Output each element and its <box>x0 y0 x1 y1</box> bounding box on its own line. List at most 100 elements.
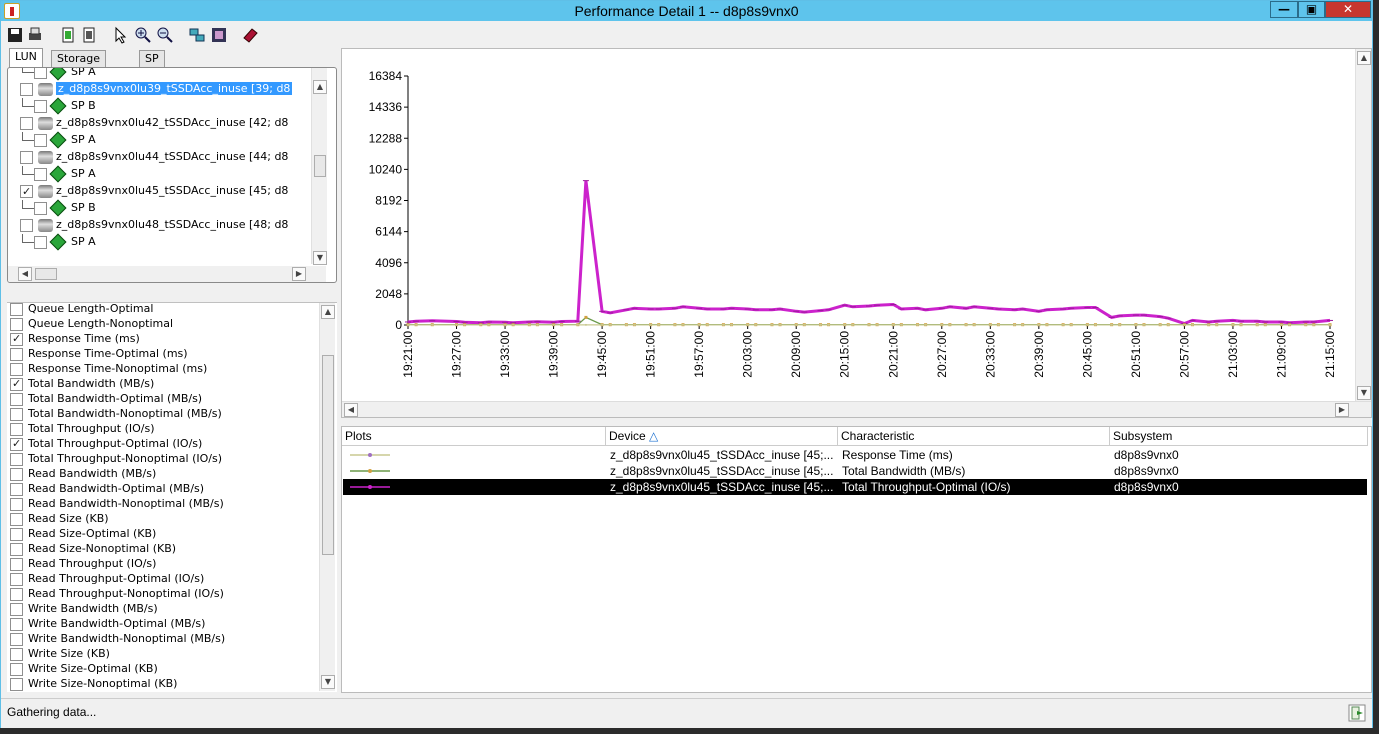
metric-item[interactable]: Write Bandwidth (MB/s) <box>10 601 158 616</box>
tree-item-sp[interactable]: SP A <box>22 165 96 183</box>
metric-item[interactable]: Read Bandwidth-Nonoptimal (MB/s) <box>10 496 224 511</box>
sp-checkbox[interactable] <box>34 167 47 181</box>
clipboard-icon[interactable] <box>59 26 77 44</box>
metrics-scroll-thumb[interactable] <box>322 355 334 555</box>
column-header-plots[interactable]: Plots <box>342 427 606 446</box>
metric-checkbox[interactable] <box>10 303 23 316</box>
metric-item[interactable]: Read Throughput (IO/s) <box>10 556 156 571</box>
metric-checkbox[interactable] <box>10 557 23 571</box>
metric-item[interactable]: Write Bandwidth-Nonoptimal (MB/s) <box>10 631 225 646</box>
lun-checkbox[interactable] <box>20 150 33 164</box>
tree-item-sp[interactable]: SP A <box>22 233 96 251</box>
metric-checkbox[interactable] <box>10 331 23 346</box>
scroll-left-arrow[interactable]: ◀ <box>18 267 32 281</box>
table-row[interactable]: z_d8p8s9vnx0lu45_tSSDAcc_inuse [45;... To… <box>343 463 1367 479</box>
metric-checkbox[interactable] <box>10 587 23 601</box>
table-row[interactable]: z_d8p8s9vnx0lu45_tSSDAcc_inuse [45;... To… <box>343 479 1367 495</box>
metric-checkbox[interactable] <box>10 617 23 631</box>
column-header-characteristic[interactable]: Characteristic <box>838 427 1110 446</box>
export-icon[interactable] <box>1348 704 1366 722</box>
tree-horizontal-scrollbar[interactable]: ◀ ▶ <box>8 266 326 282</box>
metric-item[interactable]: Total Throughput-Optimal (IO/s) <box>10 436 202 451</box>
table-row[interactable]: z_d8p8s9vnx0lu45_tSSDAcc_inuse [45;... Re… <box>343 447 1367 463</box>
maximize-button[interactable]: ▣ <box>1298 1 1325 18</box>
metric-checkbox[interactable] <box>10 436 23 451</box>
metric-checkbox[interactable] <box>10 347 23 361</box>
metric-item[interactable]: Response Time (ms) <box>10 331 140 346</box>
metric-item[interactable]: Write Bandwidth-Optimal (MB/s) <box>10 616 205 631</box>
metric-item[interactable]: Read Size (KB) <box>10 511 109 526</box>
metrics-scroll-up-arrow[interactable]: ▲ <box>321 305 335 319</box>
metric-item[interactable]: Response Time-Nonoptimal (ms) <box>10 361 207 376</box>
metric-checkbox[interactable] <box>10 452 23 466</box>
metric-item[interactable]: Total Bandwidth-Optimal (MB/s) <box>10 391 202 406</box>
metric-item[interactable]: Read Size-Optimal (KB) <box>10 526 156 541</box>
chart-scroll-left-arrow[interactable]: ◀ <box>344 403 358 417</box>
network-icon[interactable] <box>188 26 206 44</box>
metric-item[interactable]: Queue Length-Optimal <box>10 303 153 316</box>
lun-checkbox[interactable] <box>20 183 33 200</box>
metric-checkbox[interactable] <box>10 497 23 511</box>
metric-checkbox[interactable] <box>10 632 23 646</box>
tree-item-lun[interactable]: z_d8p8s9vnx0lu44_tSSDAcc_inuse [44; d8 <box>20 148 288 165</box>
save-icon[interactable] <box>6 26 24 44</box>
print-icon[interactable] <box>26 26 44 44</box>
chart-scroll-down-arrow[interactable]: ▼ <box>1357 386 1371 400</box>
metric-item[interactable]: Total Throughput-Nonoptimal (IO/s) <box>10 451 222 466</box>
metric-checkbox[interactable] <box>10 422 23 436</box>
close-button[interactable]: ✕ <box>1325 1 1371 18</box>
chart-scroll-up-arrow[interactable]: ▲ <box>1357 51 1371 65</box>
metric-checkbox[interactable] <box>10 542 23 556</box>
metric-checkbox[interactable] <box>10 362 23 376</box>
metric-checkbox[interactable] <box>10 662 23 676</box>
metric-checkbox[interactable] <box>10 482 23 496</box>
tree-item-lun[interactable]: z_d8p8s9vnx0lu39_tSSDAcc_inuse [39; d8 <box>20 80 293 97</box>
metric-item[interactable]: Response Time-Optimal (ms) <box>10 346 188 361</box>
lun-checkbox[interactable] <box>20 116 33 130</box>
metric-item[interactable]: Total Bandwidth-Nonoptimal (MB/s) <box>10 406 222 421</box>
metrics-scroll-down-arrow[interactable]: ▼ <box>321 675 335 689</box>
metric-item[interactable]: Read Size-Nonoptimal (KB) <box>10 541 176 556</box>
scroll-right-arrow[interactable]: ▶ <box>292 267 306 281</box>
metric-checkbox[interactable] <box>10 572 23 586</box>
metric-checkbox[interactable] <box>10 376 23 391</box>
metric-checkbox[interactable] <box>10 317 23 331</box>
tree-item-sp[interactable]: SP B <box>22 97 96 115</box>
metric-item[interactable]: Read Bandwidth-Optimal (MB/s) <box>10 481 204 496</box>
metric-checkbox[interactable] <box>10 392 23 406</box>
metric-item[interactable]: Total Bandwidth (MB/s) <box>10 376 154 391</box>
tab-storage-pool[interactable]: Storage Pool <box>51 50 107 81</box>
title-bar[interactable]: Performance Detail 1 -- d8p8s9vnx0 — ▣ ✕ <box>1 1 1372 21</box>
tree-item-lun[interactable]: z_d8p8s9vnx0lu45_tSSDAcc_inuse [45; d8 <box>20 182 288 200</box>
chart-scroll-right-arrow[interactable]: ▶ <box>1335 403 1349 417</box>
metric-item[interactable]: Write Size (KB) <box>10 646 110 661</box>
clipboard-list-icon[interactable] <box>80 26 98 44</box>
tree-item-sp[interactable]: SP A <box>22 131 96 149</box>
metric-item[interactable]: Write Size-Optimal (KB) <box>10 661 158 676</box>
tree-vertical-scrollbar[interactable]: ▲ ▼ <box>311 68 327 265</box>
lun-checkbox[interactable] <box>20 218 33 232</box>
zoom-in-icon[interactable] <box>134 26 152 44</box>
tab-sp[interactable]: SP <box>139 50 165 68</box>
metric-checkbox[interactable] <box>10 407 23 421</box>
scroll-up-arrow[interactable]: ▲ <box>313 80 327 94</box>
tree-scroll-thumb[interactable] <box>314 155 326 177</box>
sp-checkbox[interactable] <box>34 133 47 147</box>
metric-checkbox[interactable] <box>10 467 23 481</box>
metric-item[interactable]: Queue Length-Nonoptimal <box>10 316 173 331</box>
tree-item-lun[interactable]: z_d8p8s9vnx0lu42_tSSDAcc_inuse [42; d8 <box>20 114 288 131</box>
tree-hscroll-thumb[interactable] <box>35 268 57 280</box>
metric-checkbox[interactable] <box>10 677 23 691</box>
tree-item-lun[interactable]: z_d8p8s9vnx0lu48_tSSDAcc_inuse [48; d8 <box>20 216 288 233</box>
lun-checkbox[interactable] <box>20 82 33 96</box>
minimize-button[interactable]: — <box>1270 1 1298 18</box>
pointer-icon[interactable] <box>112 26 130 44</box>
column-header-subsystem[interactable]: Subsystem <box>1110 427 1368 446</box>
metric-checkbox[interactable] <box>10 527 23 541</box>
sp-checkbox[interactable] <box>34 235 47 249</box>
metric-item[interactable]: Write Size-Nonoptimal (KB) <box>10 676 177 691</box>
chart-vertical-scrollbar[interactable]: ▲ ▼ <box>1355 49 1371 401</box>
column-header-device[interactable]: Device △ <box>606 427 838 446</box>
metric-item[interactable]: Read Throughput-Optimal (IO/s) <box>10 571 204 586</box>
metric-checkbox[interactable] <box>10 512 23 526</box>
